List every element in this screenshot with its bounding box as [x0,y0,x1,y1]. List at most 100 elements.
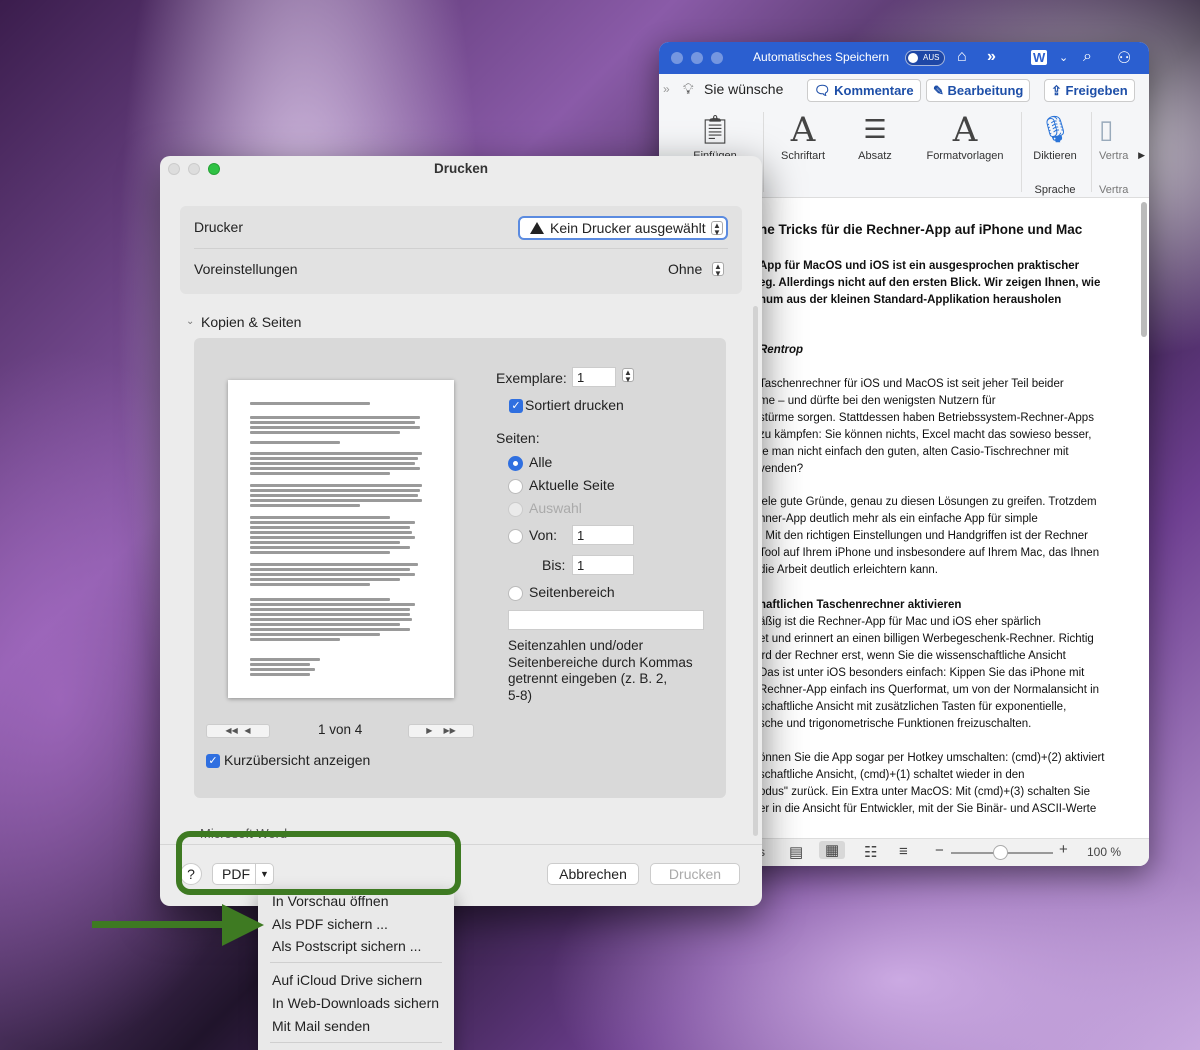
word-doc-icon[interactable]: W [1031,50,1048,65]
chevron-down-icon[interactable]: ⌄ [1059,51,1068,64]
annotation-arrow [92,921,232,928]
presets-value[interactable]: Ohne [668,261,702,277]
zoom-out-icon[interactable]: − [935,842,944,859]
collate-checkbox[interactable]: ✓ [509,399,523,413]
range-input[interactable] [508,610,704,630]
draft-icon[interactable]: ≡ [899,843,908,860]
preview-text-line [250,633,380,636]
dialog-zoom-button[interactable] [208,163,220,175]
home-icon[interactable]: ⌂ [957,48,967,66]
minimize-button[interactable] [691,52,703,64]
range-hint-line: getrennt eingeben (z. B. 2, [508,671,668,686]
prev-page-icon[interactable]: ◀ [244,726,250,735]
preview-text-line [250,516,390,519]
pdf-dropdown-menu: In Vorschau öffnen Als PDF sichern ... A… [258,890,454,1050]
paragraph-label: Absatz [858,150,892,162]
preview-text-line [250,462,415,465]
outline-icon[interactable]: ☷ [864,843,877,861]
preview-text-line [250,673,310,676]
nav-first-prev[interactable]: ◀◀ ◀ [206,724,270,738]
menu-item-web-downloads[interactable]: In Web-Downloads sichern [272,995,439,1011]
menu-item-save-pdf[interactable]: Als PDF sichern ... [272,916,388,932]
menu-item-icloud[interactable]: Auf iCloud Drive sichern [272,972,422,988]
show-preview-label: Kurzübersicht anzeigen [224,752,371,768]
collate-label: Sortiert drucken [525,397,624,413]
print-layout-icon[interactable]: ▤ [789,843,803,861]
paragraph-icon: ☰ [863,115,887,145]
font-group[interactable]: A Schriftart [771,110,835,162]
paragraph-group[interactable]: ☰ Absatz [845,110,905,162]
copies-input[interactable]: 1 [572,367,616,387]
share-people-icon[interactable]: ⚇ [1117,48,1131,68]
cancel-button[interactable]: Abbrechen [547,863,639,885]
preview-text-line [250,472,390,475]
search-icon[interactable]: ⌕ [1083,48,1092,66]
ribbon-actions: » 💡︎ Sie wünsche 🗨︎ Kommentare ✎ Bearbei… [659,74,1149,106]
show-preview-checkbox[interactable]: ✓ [206,754,220,768]
document-line: önnen Sie die App sogar per Hotkey umsch… [759,752,1105,764]
chevrons-right-icon[interactable]: » [987,48,996,66]
to-input[interactable]: 1 [572,555,634,575]
dictate-group[interactable]: 🎙︎ Diktieren Sprache [1027,110,1083,196]
expand-icon[interactable]: » [663,82,670,96]
styles-group[interactable]: A Formatvorlagen [917,110,1013,162]
radio-selection-label: Auswahl [529,500,582,516]
preview-text-line [250,541,400,544]
share-icon: ⇪ [1051,83,1066,98]
radio-all-label: Alle [529,454,553,470]
dialog-close-button[interactable] [168,163,180,175]
sensitivity-icon: ▯ [1099,115,1114,145]
document-scrollbar[interactable] [1141,202,1147,337]
disclosure-chevron-icon[interactable]: ⌄ [186,316,194,327]
confidential-group[interactable]: ▯ Vertra Vertra [1099,110,1139,196]
zoom-level[interactable]: 100 % [1087,845,1121,859]
nav-next-last[interactable]: ▶ ▶▶ [408,724,474,738]
document-line: iele gute Gründe, genau zu diesen Lösung… [759,496,1097,508]
document-line: Das ist unter iOS besonders einfach: Kip… [759,667,1085,679]
document-line: zu kämpfen: Sie können nichts, Excel mac… [759,429,1092,441]
document-line: venden? [759,463,804,475]
radio-selection [508,502,523,517]
comments-button[interactable]: 🗨︎ Kommentare [807,79,921,102]
paste-group[interactable]: 📋︎ Einfügen [675,110,755,162]
preview-text-line [250,441,340,444]
zoom-slider-thumb[interactable] [993,845,1008,860]
share-button[interactable]: ⇪ Freigeben [1044,79,1135,102]
autosave-toggle[interactable]: AUS [905,50,945,66]
preview-text-line [250,546,410,549]
presets-updown-icon[interactable]: ▲ ▼ [712,262,724,278]
preview-text-line [250,426,420,429]
annotation-highlight-box [176,831,461,895]
preview-text-line [250,521,415,524]
next-page-icon[interactable]: ▶ [426,726,432,735]
tell-me-label[interactable]: Sie wünsche [704,81,783,97]
web-layout-icon[interactable]: ▦ [819,841,846,859]
menu-item-save-postscript[interactable]: Als Postscript sichern ... [272,938,421,954]
font-icon: A [790,110,816,150]
zoom-in-icon[interactable]: + [1059,841,1068,858]
speech-group-label: Sprache [1034,184,1076,196]
copies-stepper[interactable]: ▲ ▼ [622,368,634,384]
close-button[interactable] [671,52,683,64]
radio-current-page[interactable] [508,479,523,494]
document-line: : Mit den richtigen Einstellungen und Ha… [759,530,1089,542]
menu-item-mail[interactable]: Mit Mail senden [272,1018,370,1034]
editing-button[interactable]: ✎ Bearbeitung [926,79,1031,102]
zoom-button[interactable] [711,52,723,64]
dialog-scrollbar[interactable] [753,306,758,836]
printer-select[interactable]: Kein Drucker ausgewählt ▲ ▼ [518,216,728,240]
menu-item-open-preview[interactable]: In Vorschau öffnen [272,893,389,909]
first-page-icon[interactable]: ◀◀ [225,726,237,735]
radio-range[interactable] [508,586,523,601]
range-hint-line: Seitenbereiche durch Kommas [508,654,693,670]
section-copies-pages[interactable]: Kopien & Seiten [201,314,301,330]
last-page-icon[interactable]: ▶▶ [443,726,455,735]
dialog-minimize-button[interactable] [188,163,200,175]
lightbulb-icon: 💡︎ [683,81,694,98]
from-input[interactable]: 1 [572,525,634,545]
preview-text-line [250,416,420,419]
ribbon-scroll-right-icon[interactable]: ▶ [1138,150,1145,161]
font-label: Schriftart [780,150,825,162]
radio-all[interactable] [508,456,523,471]
radio-from[interactable] [508,529,523,544]
